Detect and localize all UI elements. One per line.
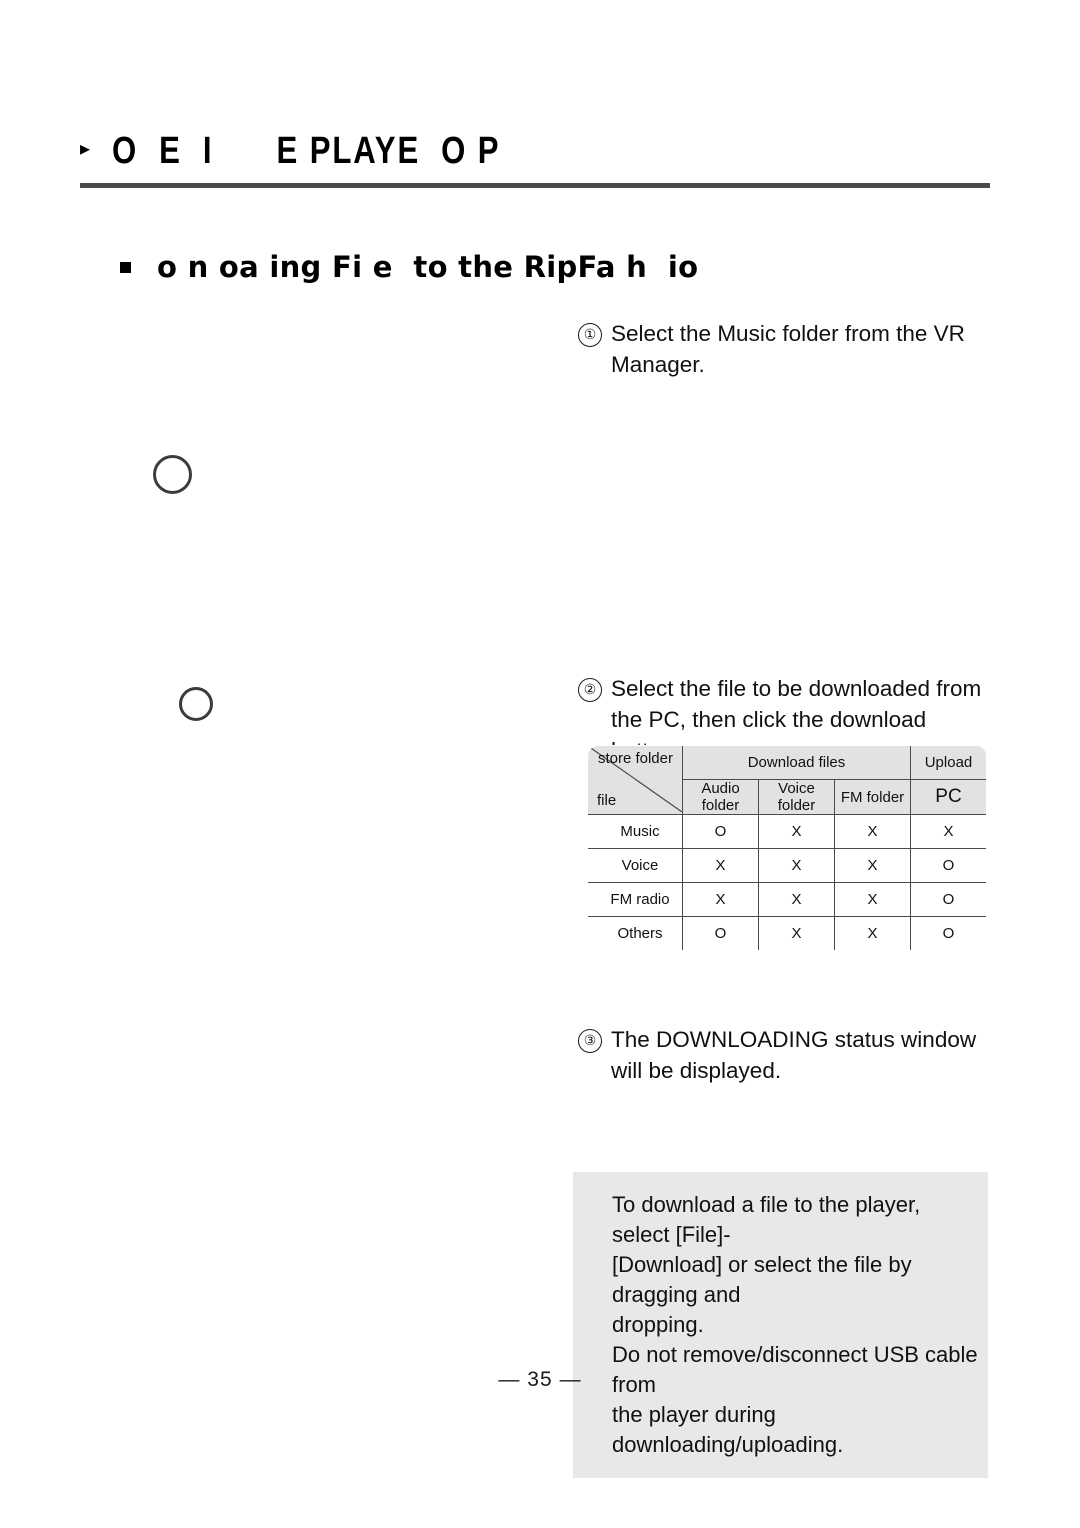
file-compatibility-table-wrap: store folder file Download files Upload … bbox=[587, 745, 987, 951]
step-text-1: Select the Music folder from the VR Mana… bbox=[611, 321, 965, 377]
table-corner-top-label: store folder bbox=[597, 750, 673, 767]
table-head: store folder file Download files Upload … bbox=[588, 746, 986, 815]
table-cell-music-fm: X bbox=[834, 814, 911, 849]
page-header: ▸ O E I E PLAYE O P bbox=[80, 125, 990, 188]
section-subtitle: o n oa ing Fi e to the RipFa h io bbox=[120, 250, 698, 284]
table-row: FM radio X X X O bbox=[588, 882, 986, 917]
note-line: [Download] or select the file by draggin… bbox=[612, 1252, 912, 1307]
table-cell-voice-voice: X bbox=[758, 848, 835, 883]
step-number-2: ② bbox=[578, 678, 602, 702]
table-row-label-fm-radio: FM radio bbox=[588, 882, 683, 917]
table-cell-music-voice: X bbox=[758, 814, 835, 849]
step-number-1: ① bbox=[578, 323, 602, 347]
table-body: Music O X X X Voice X X X O FM radio X X… bbox=[588, 814, 986, 950]
table-group-header-download: Download files bbox=[682, 746, 911, 780]
table-cell-fm-audio: X bbox=[682, 882, 759, 917]
table-cell-voice-pc: O bbox=[910, 848, 986, 883]
header-row: ▸ O E I E PLAYE O P bbox=[80, 125, 990, 177]
table-cell-fm-voice: X bbox=[758, 882, 835, 917]
note-box: To download a file to the player, select… bbox=[573, 1172, 988, 1478]
table-row-label-others: Others bbox=[588, 916, 683, 950]
table-corner-bottom-label: file bbox=[597, 792, 617, 809]
table-group-header-row: store folder file Download files Upload bbox=[588, 746, 986, 815]
table-col-header-audio-folder: Audio folder bbox=[682, 779, 759, 815]
page-number: — 35 — bbox=[498, 1368, 582, 1391]
note-line: dropping. bbox=[612, 1312, 704, 1337]
step-number-3: ③ bbox=[578, 1029, 602, 1053]
header-divider bbox=[80, 183, 990, 188]
table-cell-others-audio: O bbox=[682, 916, 759, 950]
step-item-3: ③ The DOWNLOADING status window will be … bbox=[578, 1024, 990, 1086]
section-subtitle-label: o n oa ing Fi e to the RipFa h io bbox=[157, 250, 699, 284]
table-cell-others-pc: O bbox=[910, 916, 986, 950]
table-corner-cell: store folder file bbox=[588, 746, 683, 815]
table-cell-fm-pc: O bbox=[910, 882, 986, 917]
table-cell-music-audio: O bbox=[682, 814, 759, 849]
table-col-header-voice-folder: Voice folder bbox=[758, 779, 835, 815]
table-row-label-music: Music bbox=[588, 814, 683, 849]
note-line: the player during downloading/uploading. bbox=[612, 1402, 844, 1457]
table-row-label-voice: Voice bbox=[588, 848, 683, 883]
illustration-placeholder-circle-2 bbox=[179, 687, 213, 721]
table-row: Others O X X O bbox=[588, 916, 986, 950]
table-col-header-pc: PC bbox=[910, 779, 986, 815]
table-cell-voice-fm: X bbox=[834, 848, 911, 883]
square-bullet-icon bbox=[120, 261, 131, 273]
step-text-3: The DOWNLOADING status window will be di… bbox=[611, 1027, 977, 1083]
illustration-placeholder-circle-1 bbox=[153, 455, 192, 494]
triangle-right-icon: ▸ bbox=[80, 138, 91, 160]
table-cell-music-pc: X bbox=[910, 814, 986, 849]
page-title: O E I E PLAYE O P bbox=[112, 129, 501, 172]
step-item-1: ① Select the Music folder from the VR Ma… bbox=[578, 318, 990, 380]
table-row: Music O X X X bbox=[588, 814, 986, 849]
table-group-header-upload: Upload bbox=[910, 746, 986, 780]
table-col-header-fm-folder: FM folder bbox=[834, 779, 911, 815]
table-cell-fm-fm: X bbox=[834, 882, 911, 917]
file-compatibility-table: store folder file Download files Upload … bbox=[587, 745, 987, 951]
table-row: Voice X X X O bbox=[588, 848, 986, 883]
table-cell-others-fm: X bbox=[834, 916, 911, 950]
table-cell-others-voice: X bbox=[758, 916, 835, 950]
note-line: To download a file to the player, select… bbox=[612, 1192, 921, 1247]
table-cell-voice-audio: X bbox=[682, 848, 759, 883]
